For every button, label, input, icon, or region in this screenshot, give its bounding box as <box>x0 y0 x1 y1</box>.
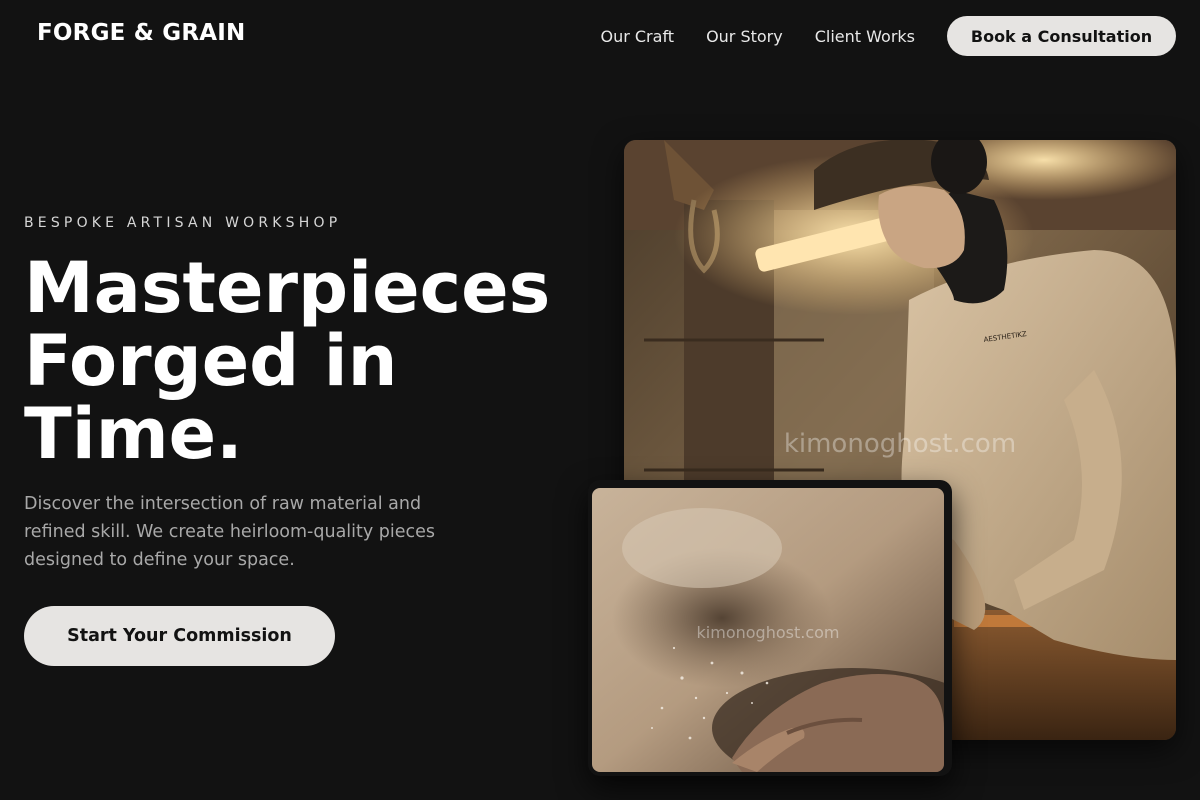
headline-line-3: Time. <box>24 393 243 475</box>
nav-link-client-works[interactable]: Client Works <box>815 27 915 46</box>
start-commission-button[interactable]: Start Your Commission <box>24 606 335 666</box>
hero-eyebrow: BESPOKE ARTISAN WORKSHOP <box>24 215 342 231</box>
book-consultation-button[interactable]: Book a Consultation <box>947 16 1176 56</box>
nav-link-our-story[interactable]: Our Story <box>706 27 783 46</box>
hero-image-detail: kimonoghost.com <box>592 488 944 772</box>
main-nav: Our Craft Our Story Client Works Book a … <box>600 16 1176 56</box>
detail-photo: kimonoghost.com <box>592 488 944 772</box>
nav-link-our-craft[interactable]: Our Craft <box>600 27 674 46</box>
main-image-watermark: kimonoghost.com <box>784 429 1016 459</box>
hero-headline: Masterpieces Forged in Time. <box>24 252 604 471</box>
headline-line-1: Masterpieces <box>24 247 551 329</box>
detail-image-watermark: kimonoghost.com <box>697 623 840 642</box>
landing-page: FORGE & GRAIN Our Craft Our Story Client… <box>0 0 1200 800</box>
headline-line-2: Forged in <box>24 320 398 402</box>
hero-image-detail-frame: kimonoghost.com <box>588 480 952 776</box>
site-header: FORGE & GRAIN Our Craft Our Story Client… <box>0 0 1200 72</box>
hero-subcopy: Discover the intersection of raw materia… <box>24 494 436 570</box>
brand-logo[interactable]: FORGE & GRAIN <box>37 20 245 46</box>
